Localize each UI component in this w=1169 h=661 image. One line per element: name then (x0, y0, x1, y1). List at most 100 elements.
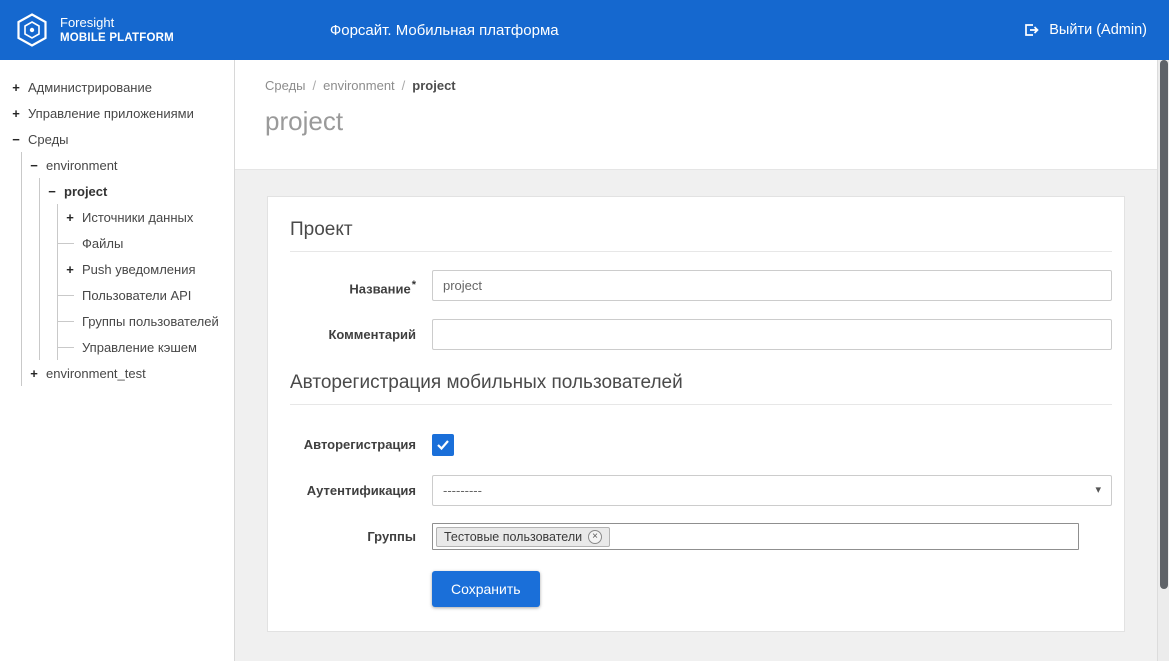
auth-select[interactable]: --------- ▾ (432, 475, 1112, 506)
tree-guide (44, 204, 62, 230)
sidebar-item-files[interactable]: Файлы (0, 230, 234, 256)
sidebar-item-user-groups[interactable]: Группы пользователей (0, 308, 234, 334)
collapse-icon[interactable]: − (44, 184, 60, 199)
comment-label: Комментарий (290, 319, 416, 350)
tree-label: Группы пользователей (78, 314, 219, 329)
tree-branch (62, 308, 78, 334)
tree-guide (8, 204, 26, 230)
tree-branch (62, 334, 78, 360)
tree-guide (26, 282, 44, 308)
sidebar-item-environments[interactable]: − Среды (0, 126, 234, 152)
tree-guide (26, 178, 44, 204)
sidebar-item-push-notifications[interactable]: + Push уведомления (0, 256, 234, 282)
sidebar-item-environment[interactable]: − environment (0, 152, 234, 178)
breadcrumb-environments[interactable]: Среды (265, 78, 306, 93)
tree-guide (26, 334, 44, 360)
sidebar-item-api-users[interactable]: Пользователи API (0, 282, 234, 308)
tree-guide (8, 178, 26, 204)
autoregistration-label: Авторегистрация (290, 429, 416, 460)
expand-icon[interactable]: + (8, 80, 24, 95)
collapse-icon[interactable]: − (26, 158, 42, 173)
sidebar-item-data-sources[interactable]: + Источники данных (0, 204, 234, 230)
main-content: Среды / environment / project project Пр… (235, 60, 1169, 661)
scrollbar-thumb[interactable] (1160, 60, 1168, 589)
tree-branch (62, 282, 78, 308)
breadcrumb: Среды / environment / project (265, 78, 1169, 93)
tree-guide (8, 152, 26, 178)
app-header: Foresight MOBILE PLATFORM Форсайт. Мобил… (0, 0, 1169, 60)
logout-icon (1022, 21, 1040, 39)
project-form-card: Проект Название* Комментарий Авторегистр… (267, 196, 1125, 632)
expand-icon[interactable]: + (8, 106, 24, 121)
tree-label: Управление кэшем (78, 340, 197, 355)
logo-product: MOBILE PLATFORM (60, 31, 174, 45)
expand-icon[interactable]: + (62, 262, 78, 277)
tree-label: environment_test (42, 366, 146, 381)
expand-icon[interactable]: + (62, 210, 78, 225)
required-marker: * (412, 279, 416, 291)
sidebar-item-app-management[interactable]: + Управление приложениями (0, 100, 234, 126)
tree-guide (8, 308, 26, 334)
auth-select-value: --------- (443, 483, 482, 498)
tree-label: Среды (24, 132, 69, 147)
app-logo[interactable]: Foresight MOBILE PLATFORM (14, 12, 174, 48)
tree-label: Push уведомления (78, 262, 196, 277)
groups-input[interactable]: Тестовые пользователи × (432, 523, 1079, 550)
foresight-logo-icon (14, 12, 50, 48)
tree-guide (8, 360, 26, 386)
group-tag-label: Тестовые пользователи (444, 530, 582, 544)
tree-label: Файлы (78, 236, 123, 251)
form-row-name: Название* (290, 270, 1112, 304)
tree-label: Администрирование (24, 80, 152, 95)
remove-tag-icon[interactable]: × (588, 530, 602, 544)
tree-guide (26, 230, 44, 256)
tree-guide (8, 282, 26, 308)
sidebar-tree: + Администрирование + Управление приложе… (0, 60, 235, 661)
form-row-groups: Группы Тестовые пользователи × (290, 521, 1112, 552)
tree-label: Источники данных (78, 210, 193, 225)
tree-guide (26, 204, 44, 230)
name-input[interactable] (432, 270, 1112, 301)
sidebar-item-project[interactable]: − project (0, 178, 234, 204)
sidebar-item-environment-test[interactable]: + environment_test (0, 360, 234, 386)
tree-label: environment (42, 158, 118, 173)
form-row-autoregistration: Авторегистрация (290, 429, 1112, 460)
content-area: Проект Название* Комментарий Авторегистр… (235, 170, 1169, 632)
tree-guide (44, 256, 62, 282)
tree-guide (8, 334, 26, 360)
scrollbar[interactable] (1157, 60, 1169, 661)
tree-label: Управление приложениями (24, 106, 194, 121)
tree-guide (8, 230, 26, 256)
authentication-label: Аутентификация (290, 475, 416, 506)
main-layout: + Администрирование + Управление приложе… (0, 60, 1169, 661)
chevron-down-icon: ▾ (1095, 485, 1101, 496)
breadcrumb-project[interactable]: project (412, 78, 455, 93)
tree-label: project (60, 184, 107, 199)
logo-brand: Foresight (60, 15, 174, 31)
tree-label: Пользователи API (78, 288, 191, 303)
breadcrumb-environment[interactable]: environment (323, 78, 395, 93)
expand-icon[interactable]: + (26, 366, 42, 381)
sidebar-item-administration[interactable]: + Администрирование (0, 74, 234, 100)
name-label-text: Название (349, 281, 410, 296)
section-title-autoregistration: Авторегистрация мобильных пользователей (290, 372, 1112, 405)
tree-guide (8, 256, 26, 282)
form-row-comment: Комментарий (290, 319, 1112, 350)
app-title: Форсайт. Мобильная платформа (330, 22, 559, 39)
tree-branch (62, 230, 78, 256)
form-row-authentication: Аутентификация --------- ▾ (290, 475, 1112, 506)
breadcrumb-separator: / (402, 78, 406, 93)
groups-label: Группы (290, 521, 416, 552)
comment-input[interactable] (432, 319, 1112, 350)
collapse-icon[interactable]: − (8, 132, 24, 147)
check-icon (436, 439, 450, 451)
group-tag: Тестовые пользователи × (436, 527, 610, 547)
save-button[interactable]: Сохранить (432, 571, 540, 607)
autoreg-checkbox[interactable] (432, 434, 454, 456)
section-title-project: Проект (290, 219, 1112, 252)
tree-guide (26, 256, 44, 282)
logout-label: Выйти (Admin) (1049, 22, 1147, 38)
sidebar-item-cache-management[interactable]: Управление кэшем (0, 334, 234, 360)
logout-button[interactable]: Выйти (Admin) (1022, 21, 1147, 39)
page-title: project (265, 106, 1169, 137)
